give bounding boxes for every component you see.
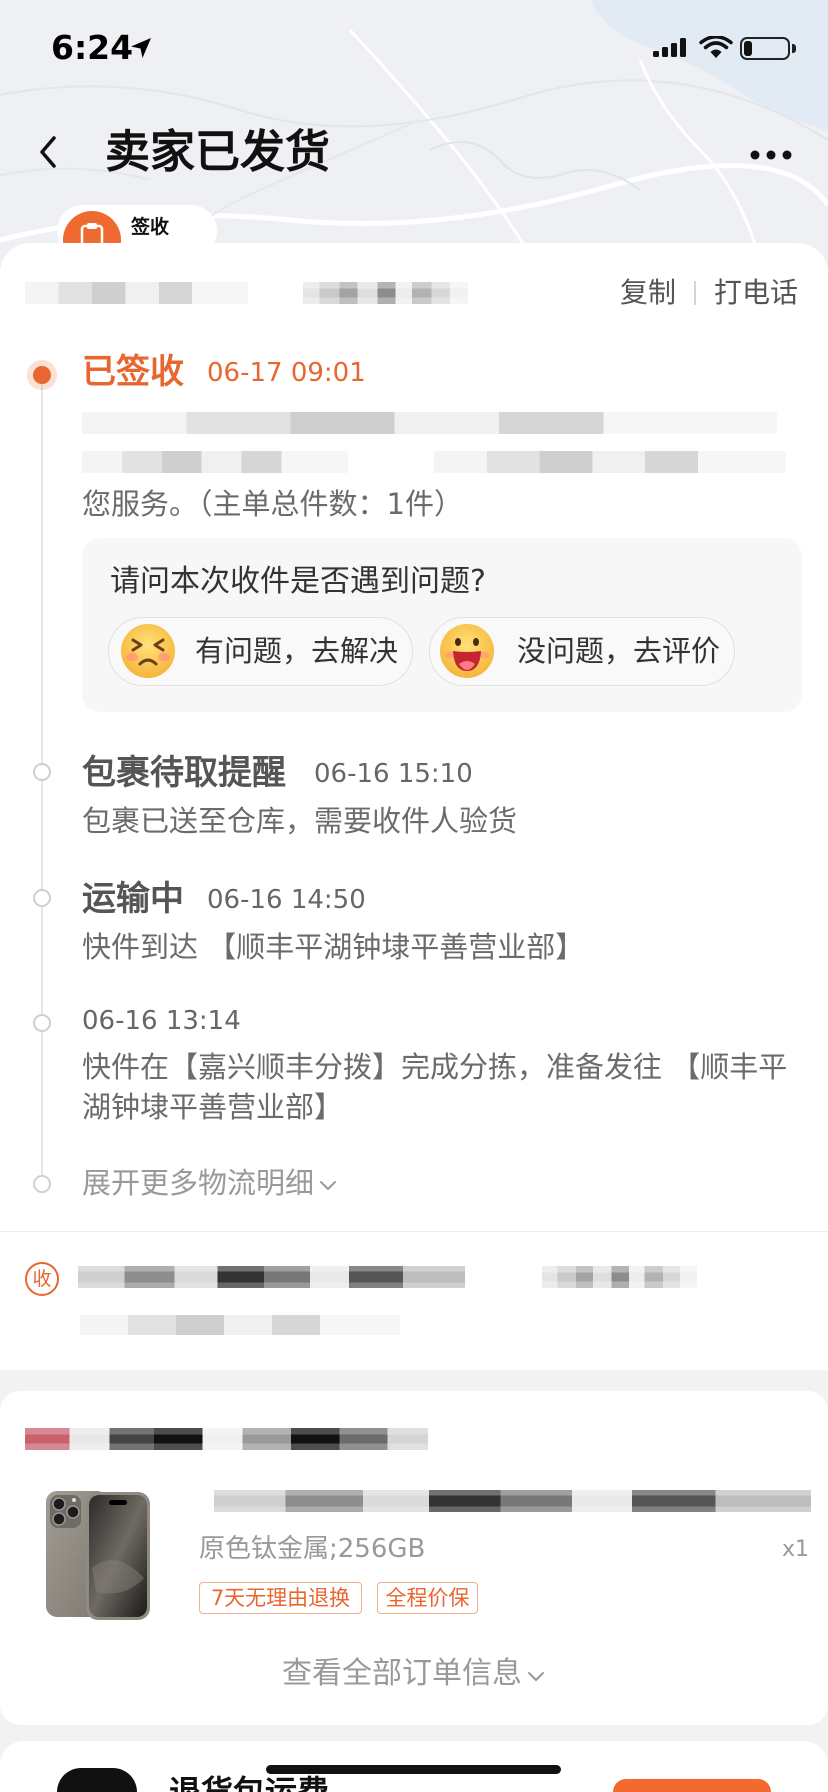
distressed-face-icon	[121, 624, 175, 678]
service-avatar	[57, 1768, 137, 1792]
more-button[interactable]	[746, 140, 798, 170]
timeline-time: 06-16 14:50	[207, 885, 366, 915]
recipient-icon: 收	[25, 1262, 59, 1296]
recipient-address-row: 收	[0, 1258, 828, 1338]
product-sku: 原色钛金属;256GB	[199, 1534, 426, 1564]
timeline-desc: 您服务。（主单总件数：1件）	[82, 487, 463, 521]
back-button[interactable]	[30, 132, 70, 172]
timeline-time: 06-16 13:14	[82, 1006, 241, 1036]
expand-logistics-button[interactable]: 展开更多物流明细	[82, 1163, 338, 1203]
timeline-desc: 快件在【嘉兴顺丰分拨】完成分拣，准备发往 【顺丰平湖钟埭平善营业部】	[82, 1050, 788, 1124]
timeline-dot	[33, 1175, 51, 1193]
delivery-feedback-box: 请问本次收件是否遇到问题? 有问题，去解决 没问题，去评价	[82, 538, 802, 712]
screen: 6:24 卖家已发货 签收 复制 打电话 已签收 06-17 09:01 您服务…	[0, 0, 828, 1792]
view-all-order-info-label: 查看全部订单信息	[282, 1656, 522, 1691]
wifi-icon	[699, 36, 733, 58]
battery-nub	[792, 44, 796, 53]
call-button[interactable]: 打电话	[714, 273, 798, 313]
timeline-status: 已签收	[82, 352, 184, 392]
copy-button[interactable]: 复制	[620, 273, 676, 313]
redacted-text	[25, 282, 248, 304]
redacted-text	[80, 1315, 400, 1335]
order-card[interactable]: 原色钛金属;256GB x1 7天无理由退换 全程价保 查看全部订单信息	[0, 1391, 828, 1725]
contact-divider	[694, 281, 696, 305]
timeline-item: 包裹待取提醒 06-16 15:10 包裹已送至仓库，需要收件人验货	[0, 751, 828, 841]
expand-logistics-row[interactable]: 展开更多物流明细	[0, 1163, 828, 1203]
battery-level-fill	[744, 41, 752, 56]
page-title: 卖家已发货	[105, 125, 331, 178]
laughing-face-icon	[440, 624, 494, 678]
logistics-card: 复制 打电话 已签收 06-17 09:01 您服务。（主单总件数：1件） 请问…	[0, 243, 828, 1370]
cellular-signal-icon	[653, 38, 686, 57]
timeline-time: 06-16 15:10	[314, 759, 473, 789]
shop-name-redacted	[25, 1428, 428, 1450]
timeline-status: 包裹待取提醒	[82, 753, 286, 793]
battery-icon	[740, 37, 790, 60]
chevron-down-icon	[528, 1672, 544, 1681]
tag-price-protection: 全程价保	[377, 1582, 478, 1614]
return-shipping-title: 退货包运费	[169, 1773, 330, 1792]
leave-review-label: 没问题，去评价	[517, 634, 721, 668]
redacted-text	[82, 451, 348, 473]
timeline-time: 06-17 09:01	[207, 358, 366, 388]
redacted-text	[303, 282, 468, 304]
return-shipping-action-button[interactable]	[613, 1779, 771, 1792]
product-quantity: x1	[782, 1537, 810, 1562]
expand-logistics-label: 展开更多物流明细	[82, 1166, 315, 1200]
tag-return-policy: 7天无理由退换	[199, 1582, 362, 1614]
timeline-dot	[33, 889, 51, 907]
chevron-down-icon	[320, 1181, 337, 1190]
timeline-desc: 包裹已送至仓库，需要收件人验货	[82, 804, 518, 838]
feedback-question: 请问本次收件是否遇到问题?	[110, 564, 486, 599]
redacted-text	[434, 451, 786, 473]
status-time: 6:24	[51, 28, 134, 67]
chevron-left-icon	[40, 136, 56, 168]
view-all-order-info-button[interactable]: 查看全部订单信息	[0, 1654, 828, 1694]
more-dots-icon	[750, 150, 792, 160]
report-problem-label: 有问题，去解决	[195, 634, 399, 668]
location-arrow-icon	[131, 38, 151, 58]
timeline-status: 运输中	[82, 879, 184, 919]
home-indicator[interactable]	[266, 1765, 561, 1774]
leave-review-button[interactable]: 没问题，去评价	[429, 617, 735, 686]
iphone-product-image[interactable]	[46, 1488, 151, 1622]
timeline-item: 06-16 13:14 快件在【嘉兴顺丰分拨】完成分拣，准备发往 【顺丰平湖钟埭…	[0, 1003, 828, 1127]
badge-label: 签收	[131, 216, 170, 238]
timeline-item: 运输中 06-16 14:50 快件到达 【顺丰平湖钟埭平善营业部】	[0, 877, 828, 967]
redacted-text	[78, 1266, 465, 1288]
product-title-redacted	[214, 1490, 811, 1512]
report-problem-button[interactable]: 有问题，去解决	[108, 617, 413, 686]
timeline-dot-active	[33, 366, 51, 384]
timeline-dot	[33, 763, 51, 781]
timeline-dot	[33, 1014, 51, 1032]
redacted-text	[542, 1266, 697, 1288]
timeline-desc: 快件到达 【顺丰平湖钟埭平善营业部】	[82, 930, 585, 964]
redacted-text	[82, 412, 777, 434]
section-divider	[0, 1231, 828, 1232]
timeline-item: 已签收 06-17 09:01 您服务。（主单总件数：1件） 请问本次收件是否遇…	[0, 350, 828, 712]
